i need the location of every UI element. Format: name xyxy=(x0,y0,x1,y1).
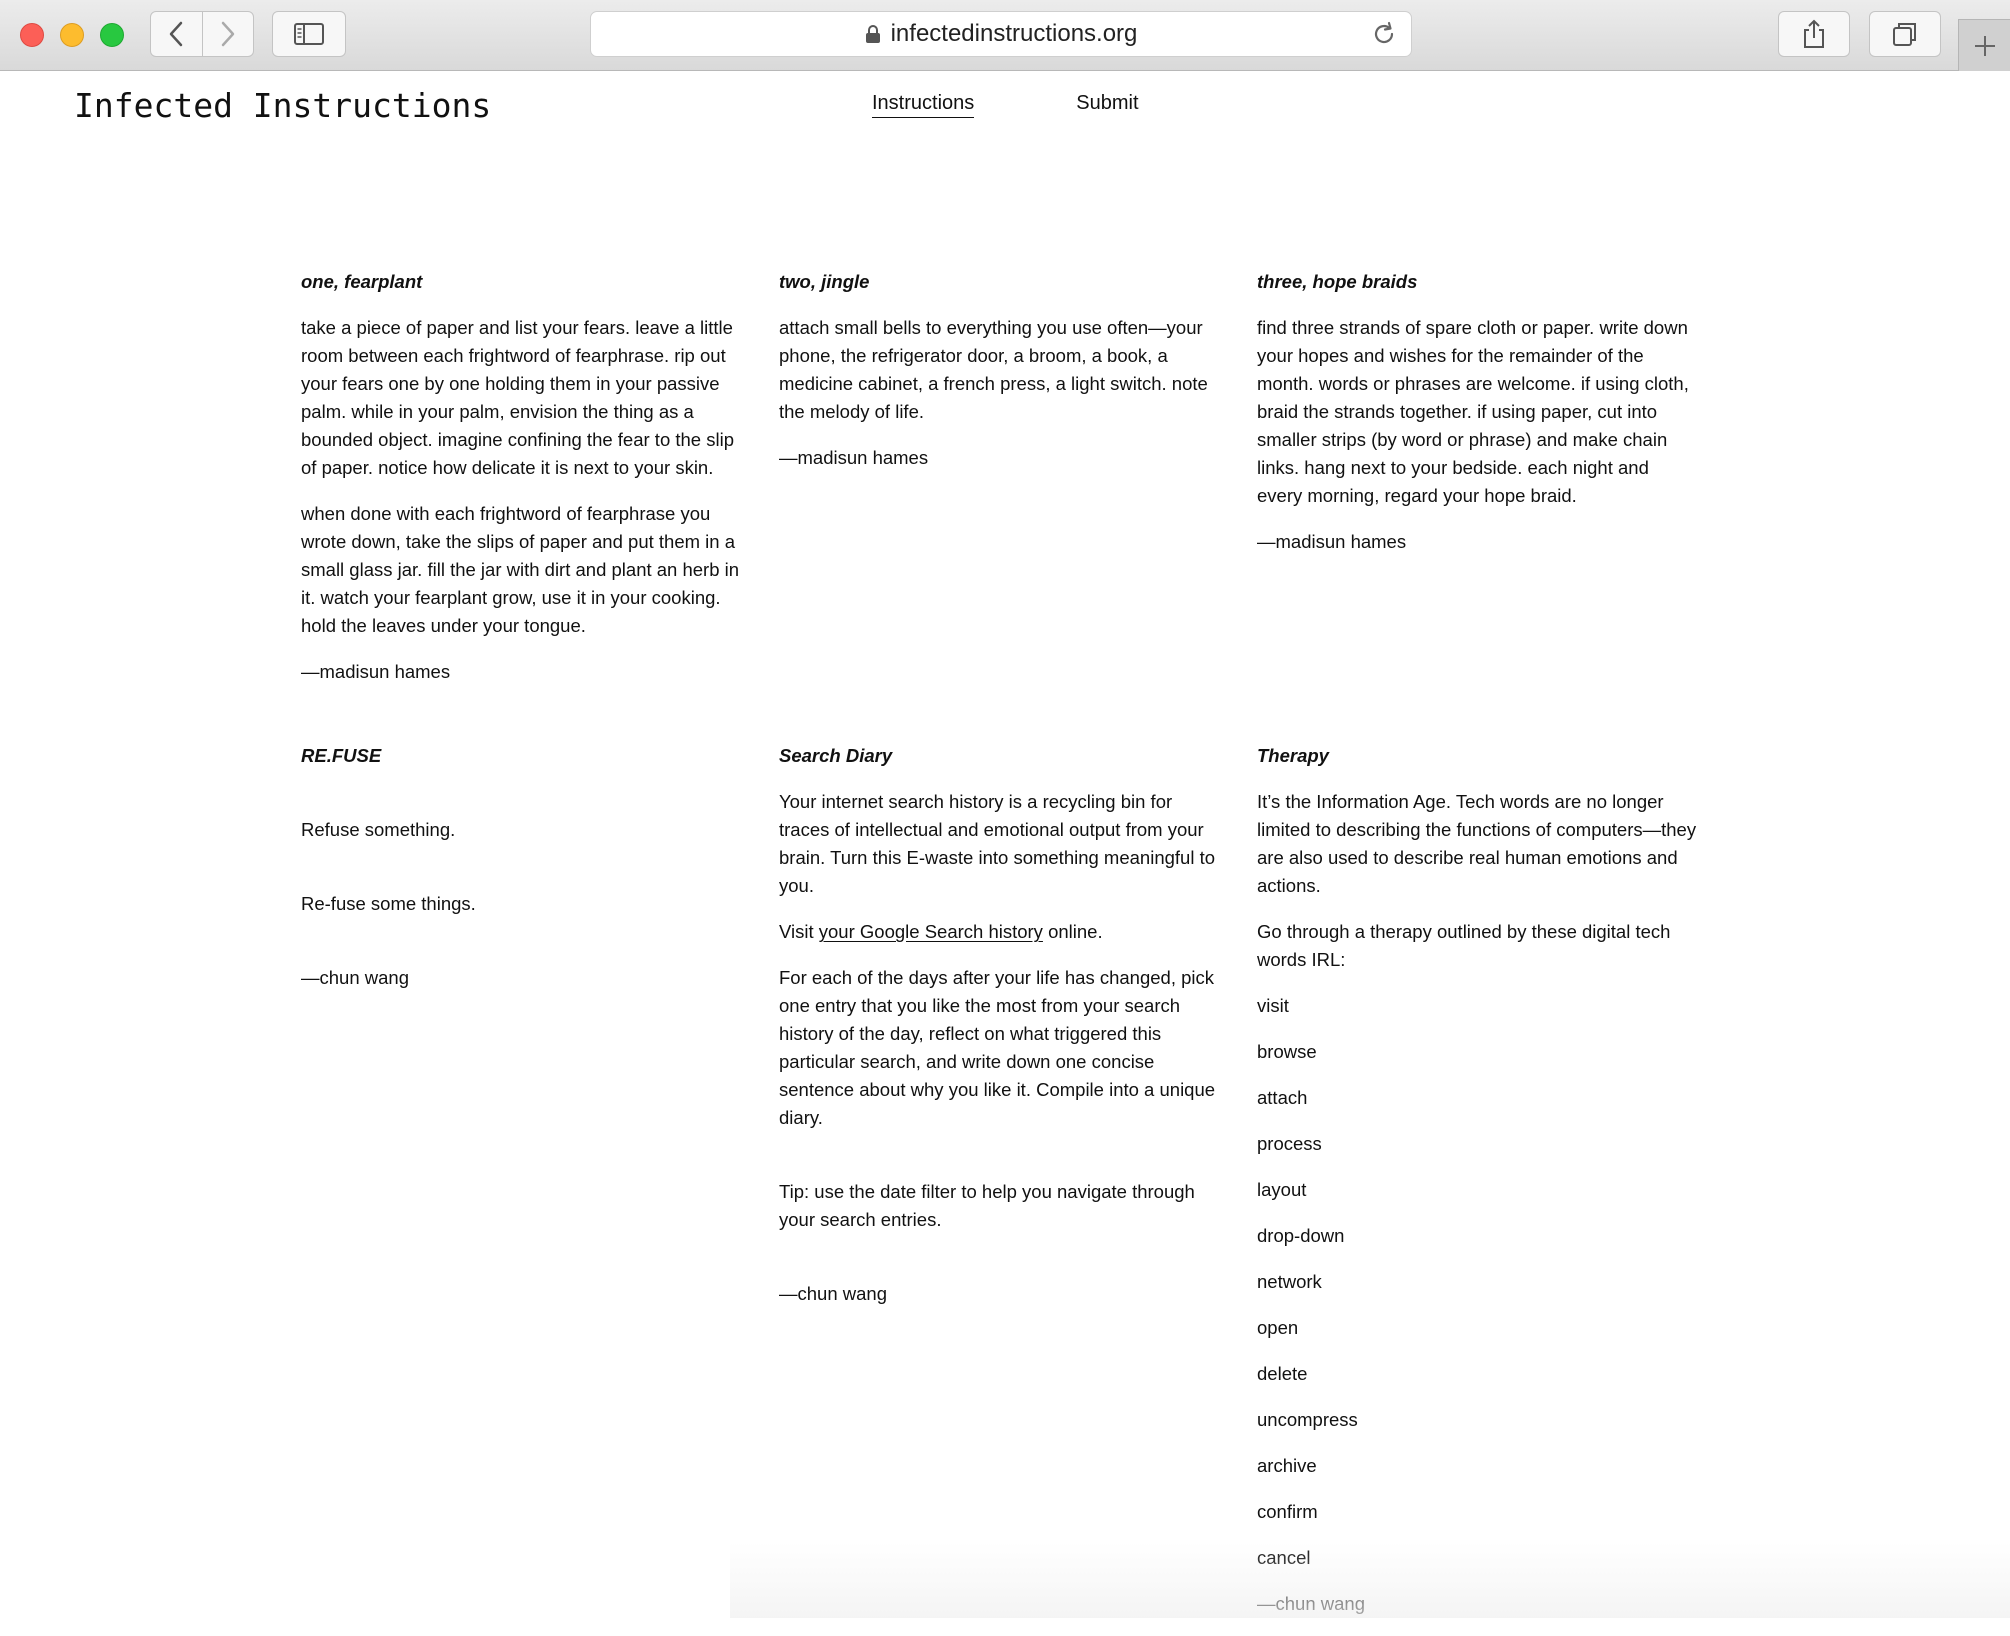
card-author: —madisun hames xyxy=(1257,531,1407,552)
back-button[interactable] xyxy=(151,12,202,56)
card-title: three, hope braids xyxy=(1257,271,1418,292)
card-paragraph: Visit your Google Search history online. xyxy=(779,918,1219,946)
card-title: Therapy xyxy=(1257,745,1329,766)
card-paragraph: attach small bells to everything you use… xyxy=(779,317,1208,422)
sidebar-toggle-button[interactable] xyxy=(272,11,346,57)
history-nav-group xyxy=(150,11,254,57)
card-paragraph: For each of the days after your life has… xyxy=(779,967,1216,1128)
reload-icon[interactable] xyxy=(1371,21,1397,54)
visit-prefix: Visit xyxy=(779,921,819,942)
therapy-word: visit xyxy=(1257,995,1289,1016)
card-paragraph: It’s the Information Age. Tech words are… xyxy=(1257,791,1697,896)
lock-icon xyxy=(865,24,881,44)
card-paragraph: take a piece of paper and list your fear… xyxy=(301,317,734,478)
card-paragraph: Go through a therapy outlined by these d… xyxy=(1257,921,1671,970)
web-page: Infected Instructions Instructions Submi… xyxy=(0,72,2010,1618)
site-title[interactable]: Infected Instructions xyxy=(74,86,491,125)
main-nav: Instructions Submit xyxy=(872,92,1139,118)
browser-toolbar: infectedinstructions.org xyxy=(0,0,2010,71)
show-all-tabs-button[interactable] xyxy=(1869,11,1941,57)
instruction-card-search-diary: Search Diary Your internet search histor… xyxy=(779,742,1219,1636)
card-author: —chun wang xyxy=(301,967,409,988)
instruction-card-fearplant: one, fearplant take a piece of paper and… xyxy=(301,268,741,742)
instruction-card-refuse: RE.FUSE Refuse something. Re-fuse some t… xyxy=(301,742,741,1636)
therapy-word: layout xyxy=(1257,1179,1307,1200)
therapy-word: confirm xyxy=(1257,1501,1318,1522)
card-title: one, fearplant xyxy=(301,271,423,292)
card-paragraph: find three strands of spare cloth or pap… xyxy=(1257,317,1689,506)
tabs-icon xyxy=(1893,23,1916,46)
card-paragraph: Refuse something. xyxy=(301,819,456,840)
sidebar-icon xyxy=(294,23,324,45)
therapy-word: cancel xyxy=(1257,1547,1311,1568)
share-button[interactable] xyxy=(1778,11,1850,57)
card-paragraph: when done with each frightword of fearph… xyxy=(301,503,740,636)
share-icon xyxy=(1804,19,1824,48)
card-title: two, jingle xyxy=(779,271,870,292)
therapy-word: archive xyxy=(1257,1455,1317,1476)
card-author: —madisun hames xyxy=(779,447,929,468)
google-search-history-link[interactable]: your Google Search history xyxy=(819,921,1043,942)
card-author: —madisun hames xyxy=(301,661,451,682)
forward-button[interactable] xyxy=(201,12,253,56)
therapy-word: attach xyxy=(1257,1087,1308,1108)
therapy-word: network xyxy=(1257,1271,1322,1292)
new-tab-button[interactable] xyxy=(1958,19,2010,71)
zoom-window-button[interactable] xyxy=(100,23,124,47)
card-tip: Tip: use the date filter to help you nav… xyxy=(779,1181,1195,1230)
therapy-word: open xyxy=(1257,1317,1299,1338)
therapy-word: delete xyxy=(1257,1363,1308,1384)
address-bar[interactable]: infectedinstructions.org xyxy=(590,11,1412,57)
card-title: RE.FUSE xyxy=(301,745,382,766)
instructions-grid: one, fearplant take a piece of paper and… xyxy=(301,268,1701,1636)
card-paragraph: Re-fuse some things. xyxy=(301,893,476,914)
card-author: —chun wang xyxy=(779,1283,887,1304)
therapy-word: drop-down xyxy=(1257,1225,1345,1246)
card-paragraph: Your internet search history is a recycl… xyxy=(779,791,1216,896)
back-icon xyxy=(170,21,183,47)
instruction-card-jingle: two, jingle attach small bells to everyt… xyxy=(779,268,1219,742)
close-window-button[interactable] xyxy=(20,23,44,47)
forward-icon xyxy=(221,21,235,47)
therapy-word: process xyxy=(1257,1133,1322,1154)
nav-submit-link[interactable]: Submit xyxy=(1076,92,1138,118)
therapy-word: browse xyxy=(1257,1041,1317,1062)
instruction-card-hope-braids: three, hope braids find three strands of… xyxy=(1257,268,1697,742)
nav-instructions-link[interactable]: Instructions xyxy=(872,92,975,118)
address-bar-url: infectedinstructions.org xyxy=(890,20,1138,47)
card-author: —chun wang xyxy=(1257,1593,1365,1614)
plus-icon xyxy=(1974,35,1995,56)
instruction-card-therapy: Therapy It’s the Information Age. Tech w… xyxy=(1257,742,1697,1636)
card-title: Search Diary xyxy=(779,745,893,766)
therapy-word: uncompress xyxy=(1257,1409,1358,1430)
minimize-window-button[interactable] xyxy=(60,23,84,47)
visit-suffix: online. xyxy=(1042,921,1103,942)
